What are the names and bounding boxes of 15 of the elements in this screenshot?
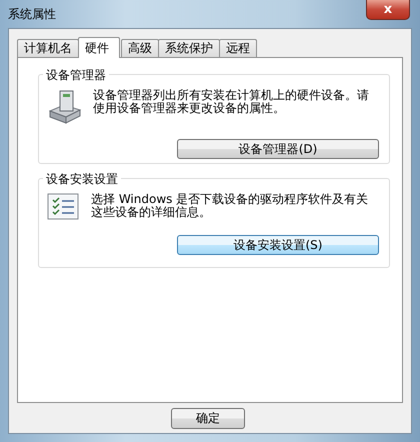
window-title: 系统属性 — [8, 6, 56, 23]
group-action-button[interactable]: 设备管理器(D) — [177, 139, 379, 159]
tab[interactable]: 计算机名 — [17, 39, 79, 57]
checklist-icon — [47, 193, 81, 221]
tab[interactable]: 系统保护 — [158, 39, 220, 57]
ok-button[interactable]: 确定 — [171, 408, 245, 428]
description-text: 选择 Windows 是否下载设备的驱动程序软件及有关这些设备的详细信息。 — [91, 193, 370, 219]
tab[interactable]: 远程 — [219, 39, 257, 57]
tab[interactable]: 硬件 — [78, 37, 120, 58]
group-action-button[interactable]: 设备安装设置(S) — [177, 235, 379, 255]
group-title: 设备安装设置 — [43, 171, 121, 188]
tab[interactable]: 高级 — [121, 39, 159, 57]
close-button[interactable]: x — [366, 0, 410, 20]
description-text: 设备管理器列出所有安装在计算机上的硬件设备。请使用设备管理器来更改设备的属性。 — [93, 89, 370, 115]
computer-icon — [47, 89, 83, 125]
